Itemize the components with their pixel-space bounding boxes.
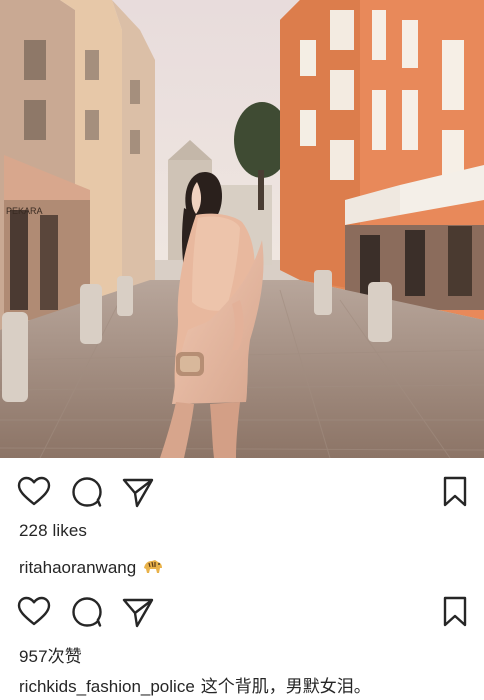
heart-outline-icon[interactable] [16,474,52,510]
post1-likes-count[interactable]: 228 likes [19,521,87,541]
post1-action-bar [0,474,484,514]
tiger-emoji-icon [142,556,164,581]
heart-outline-icon[interactable] [16,594,52,630]
post2-caption-line: richkids_fashion_police 这个背肌，男默女泪。 [19,672,371,697]
post1-username-line: ritahaoranwang [19,556,164,581]
post2-action-bar [0,594,484,634]
post2-username[interactable]: richkids_fashion_police [19,677,195,696]
street-photo-illustration: PEKARA [0,0,484,458]
post-photo[interactable]: PEKARA [0,0,484,458]
shop-sign-text: PEKARA [6,206,43,216]
post2-caption: 这个背肌，男默女泪。 [200,677,371,696]
comment-bubble-icon[interactable] [69,594,105,630]
bookmark-icon[interactable] [437,594,473,630]
post1-username[interactable]: ritahaoranwang [19,558,136,577]
paper-plane-icon[interactable] [120,474,156,510]
comment-bubble-icon[interactable] [69,474,105,510]
post2-likes-count[interactable]: 957次赞 [19,642,82,667]
bookmark-icon[interactable] [437,474,473,510]
paper-plane-icon[interactable] [120,594,156,630]
